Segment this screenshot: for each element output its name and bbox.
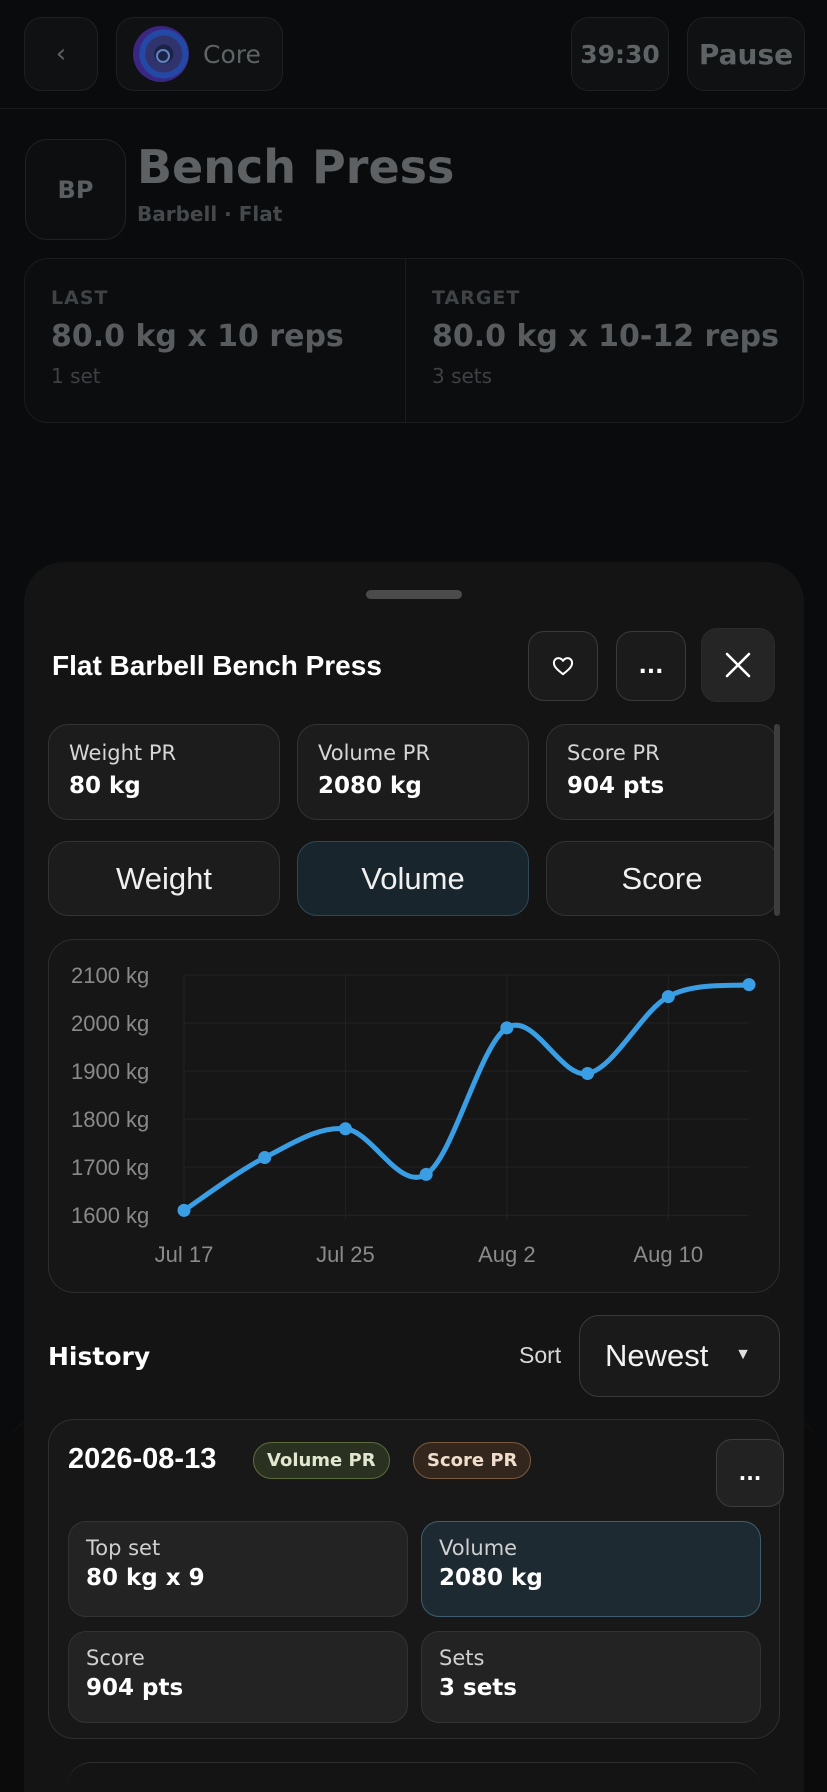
top-set-stat: Top set 80 kg x 9 — [68, 1521, 408, 1617]
stat-value: 80 kg x 9 — [86, 1565, 205, 1591]
sort-value: Newest — [605, 1338, 709, 1373]
exercise-detail-sheet: Flat Barbell Bench Press ... Weight PR 8… — [24, 562, 804, 1792]
pr-value: 904 pts — [567, 773, 665, 799]
favorite-button[interactable] — [528, 631, 598, 701]
pr-label: Score PR — [567, 741, 660, 765]
score-pr-card: Score PR 904 pts — [546, 724, 778, 820]
y-tick-label: 2000 kg — [71, 1011, 149, 1036]
data-point — [419, 1167, 433, 1181]
exercise-avatar: BP — [25, 139, 126, 240]
x-tick-label: Aug 2 — [478, 1242, 536, 1267]
caret-down-icon: ▼ — [735, 1346, 751, 1363]
stat-value: 2080 kg — [439, 1565, 543, 1591]
history-title: History — [48, 1342, 151, 1371]
pause-button[interactable]: Pause — [687, 17, 805, 91]
score-pr-badge: Score PR — [413, 1442, 532, 1479]
scrollbar[interactable] — [774, 724, 780, 916]
tab-score[interactable]: Score — [546, 841, 778, 916]
heart-icon — [552, 657, 574, 676]
data-point — [581, 1066, 595, 1080]
stat-value: 904 pts — [86, 1675, 184, 1701]
volume-chart: 1600 kg 1700 kg 1800 kg 1900 kg 2000 kg 2100 … — [48, 939, 780, 1293]
data-point — [258, 1151, 272, 1165]
data-point — [338, 1122, 352, 1136]
y-tick-label: 2100 kg — [71, 963, 149, 988]
exercise-subtitle: Barbell · Flat — [137, 202, 283, 226]
entry-more-button[interactable]: ... — [716, 1439, 784, 1507]
last-sets: 1 set — [51, 364, 101, 388]
exercise-title: Bench Press — [137, 140, 455, 194]
last-column: LAST 80.0 kg x 10 reps 1 set — [25, 259, 405, 422]
history-entry[interactable]: 2026-08-13 Volume PR Score PR ... Top se… — [48, 1419, 784, 1739]
workout-timer[interactable]: 39:30 — [571, 17, 669, 91]
data-point — [500, 1021, 514, 1035]
program-name: Core — [203, 39, 261, 69]
stat-value: 3 sets — [439, 1675, 517, 1701]
stat-label: Top set — [86, 1536, 161, 1560]
stat-label: Sets — [439, 1646, 485, 1670]
stat-label: Score — [86, 1646, 145, 1670]
back-button[interactable]: ‹ — [24, 17, 98, 91]
sheet-title: Flat Barbell Bench Press — [52, 650, 382, 681]
volume-pr-card: Volume PR 2080 kg — [297, 724, 529, 820]
close-button[interactable] — [701, 628, 775, 702]
tab-weight[interactable]: Weight — [48, 841, 280, 916]
target-value: 80.0 kg x 10-12 reps — [432, 319, 779, 354]
data-point — [742, 978, 756, 992]
x-tick-label: Jul 25 — [316, 1242, 375, 1267]
top-bar: ‹ Core 39:30 Pause — [0, 0, 827, 109]
program-button[interactable]: Core — [116, 17, 283, 91]
volume-stat: Volume 2080 kg — [421, 1521, 761, 1617]
sort-label: Sort — [519, 1342, 562, 1368]
pr-value: 80 kg — [69, 773, 141, 799]
target-sets: 3 sets — [432, 364, 493, 388]
sets-stat: Sets 3 sets — [421, 1631, 761, 1723]
volume-pr-badge: Volume PR — [253, 1442, 390, 1479]
y-tick-label: 1800 kg — [71, 1107, 149, 1132]
last-value: 80.0 kg x 10 reps — [51, 319, 344, 354]
program-orb-icon — [133, 26, 189, 82]
entry-date: 2026-08-13 — [68, 1443, 217, 1475]
tab-volume[interactable]: Volume — [297, 841, 529, 916]
y-tick-label: 1600 kg — [71, 1203, 149, 1228]
last-label: LAST — [51, 287, 109, 309]
pr-value: 2080 kg — [318, 773, 422, 799]
more-options-button[interactable]: ... — [616, 631, 686, 701]
stat-label: Volume — [439, 1536, 518, 1560]
next-history-entry — [66, 1762, 760, 1792]
data-point — [177, 1203, 191, 1217]
volume-series-line — [181, 982, 752, 1213]
pr-label: Volume PR — [318, 741, 431, 765]
close-icon — [725, 652, 751, 678]
target-label: TARGET — [432, 287, 521, 309]
y-tick-label: 1700 kg — [71, 1155, 149, 1180]
x-tick-label: Jul 17 — [155, 1242, 214, 1267]
data-point — [661, 990, 675, 1004]
pr-label: Weight PR — [69, 741, 177, 765]
chart-canvas: 1600 kg 1700 kg 1800 kg 1900 kg 2000 kg 2100 … — [71, 963, 756, 1267]
y-tick-label: 1900 kg — [71, 1059, 149, 1084]
sort-select[interactable]: Newest ▼ — [579, 1315, 780, 1397]
x-tick-label: Aug 10 — [633, 1242, 703, 1267]
weight-pr-card: Weight PR 80 kg — [48, 724, 280, 820]
target-column: TARGET 80.0 kg x 10-12 reps 3 sets — [405, 259, 803, 422]
sheet-drag-handle[interactable] — [366, 590, 462, 599]
score-stat: Score 904 pts — [68, 1631, 408, 1723]
back-chevron-icon: ‹ — [55, 39, 67, 69]
last-target-card: LAST 80.0 kg x 10 reps 1 set TARGET 80.0… — [24, 258, 804, 423]
